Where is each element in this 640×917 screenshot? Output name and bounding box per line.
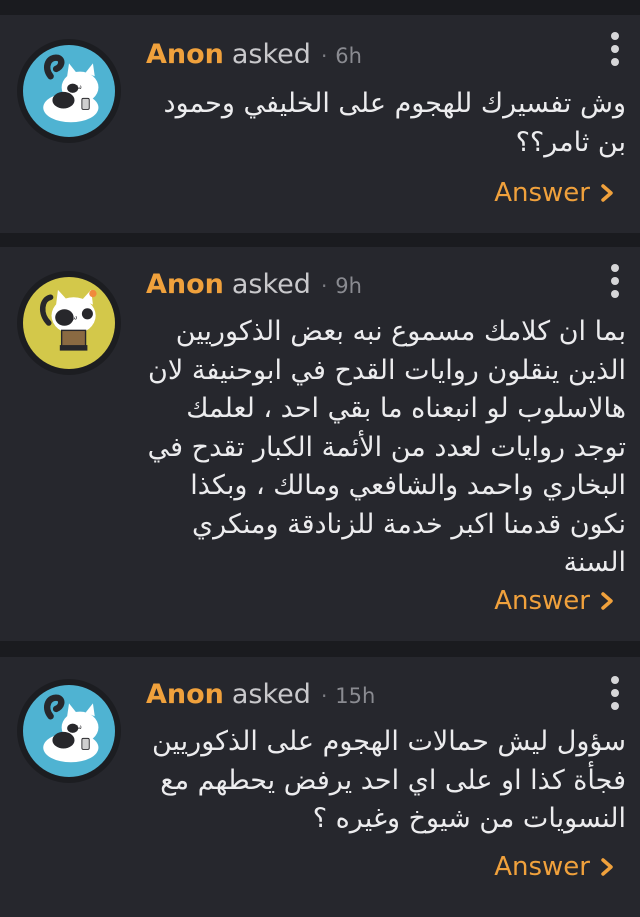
more-options-icon[interactable] bbox=[610, 264, 620, 298]
question-text: بما ان كلامك مسموع نبه بعض الذكوريين الذ… bbox=[147, 316, 626, 578]
question-text: وش تفسيرك للهجوم على الخليفي وحمود بن ثا… bbox=[163, 88, 626, 158]
separator: · bbox=[320, 44, 328, 68]
question-text: سؤول ليش حمالات الهجوم على الذكوريين فجأ… bbox=[151, 726, 626, 834]
timestamp: 9h bbox=[335, 274, 362, 298]
more-dot bbox=[611, 264, 619, 272]
answer-label: Answer bbox=[494, 586, 590, 616]
timestamp: 6h bbox=[335, 44, 362, 68]
more-dot bbox=[611, 689, 619, 697]
avatar[interactable]: ω bbox=[17, 271, 121, 375]
chevron-right-icon bbox=[601, 858, 613, 876]
asker-name[interactable]: Anon bbox=[146, 679, 224, 710]
question-card: ω Anon asked · 6h وش تفسيرك للهجوم على ا… bbox=[0, 15, 640, 233]
svg-text:ω: ω bbox=[72, 313, 77, 321]
cat-avatar-icon: ω bbox=[23, 685, 115, 777]
asker-name[interactable]: Anon bbox=[146, 269, 224, 300]
separator: · bbox=[320, 274, 328, 298]
avatar[interactable]: ω bbox=[17, 679, 121, 783]
more-dot bbox=[611, 277, 619, 285]
more-dot bbox=[611, 58, 619, 66]
asker-name[interactable]: Anon bbox=[146, 39, 224, 70]
answer-button[interactable]: Answer bbox=[494, 584, 614, 618]
answer-button[interactable]: Answer bbox=[494, 850, 614, 884]
more-options-icon[interactable] bbox=[610, 676, 620, 710]
answer-label: Answer bbox=[494, 852, 590, 882]
question-header: Anon asked · 15h bbox=[146, 679, 375, 715]
more-dot bbox=[611, 702, 619, 710]
asked-label: asked bbox=[231, 269, 311, 300]
question-header: Anon asked · 9h bbox=[146, 269, 362, 305]
cat-avatar-icon: ω bbox=[23, 277, 115, 369]
answer-button[interactable]: Answer bbox=[494, 176, 614, 210]
more-dot bbox=[611, 32, 619, 40]
more-options-icon[interactable] bbox=[610, 32, 620, 66]
separator: · bbox=[320, 684, 328, 708]
question-card: ω Anon asked · 9h بما ان كلامك مسموع نبه… bbox=[0, 247, 640, 641]
timestamp: 15h bbox=[335, 684, 376, 708]
more-dot bbox=[611, 290, 619, 298]
svg-text:ω: ω bbox=[76, 723, 81, 731]
chevron-right-icon bbox=[601, 184, 613, 202]
more-dot bbox=[611, 45, 619, 53]
svg-text:ω: ω bbox=[76, 83, 81, 91]
asked-label: asked bbox=[231, 679, 311, 710]
question-card: ω Anon asked · 15h سؤول ليش حمالات الهجو… bbox=[0, 657, 640, 917]
chevron-right-icon bbox=[601, 592, 613, 610]
answer-label: Answer bbox=[494, 178, 590, 208]
more-dot bbox=[611, 676, 619, 684]
asked-label: asked bbox=[231, 39, 311, 70]
question-header: Anon asked · 6h bbox=[146, 39, 362, 75]
avatar[interactable]: ω bbox=[17, 39, 121, 143]
cat-avatar-icon: ω bbox=[23, 45, 115, 137]
